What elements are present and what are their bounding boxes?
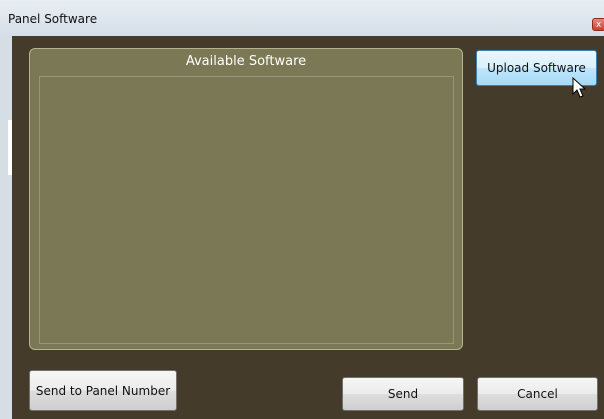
available-software-panel: Available Software — [29, 48, 463, 350]
title-bar[interactable]: Panel Software x — [0, 0, 604, 36]
cancel-button[interactable]: Cancel — [477, 377, 598, 411]
panel-software-window: Panel Software x Available Software Uplo… — [0, 0, 604, 419]
close-icon[interactable]: x — [592, 18, 604, 31]
software-list[interactable] — [39, 76, 454, 344]
available-software-title: Available Software — [185, 54, 307, 69]
window-title: Panel Software — [8, 12, 98, 26]
send-to-panel-number-button[interactable]: Send to Panel Number — [29, 370, 177, 411]
send-button[interactable]: Send — [342, 377, 464, 411]
mouse-pointer-icon — [572, 77, 587, 98]
